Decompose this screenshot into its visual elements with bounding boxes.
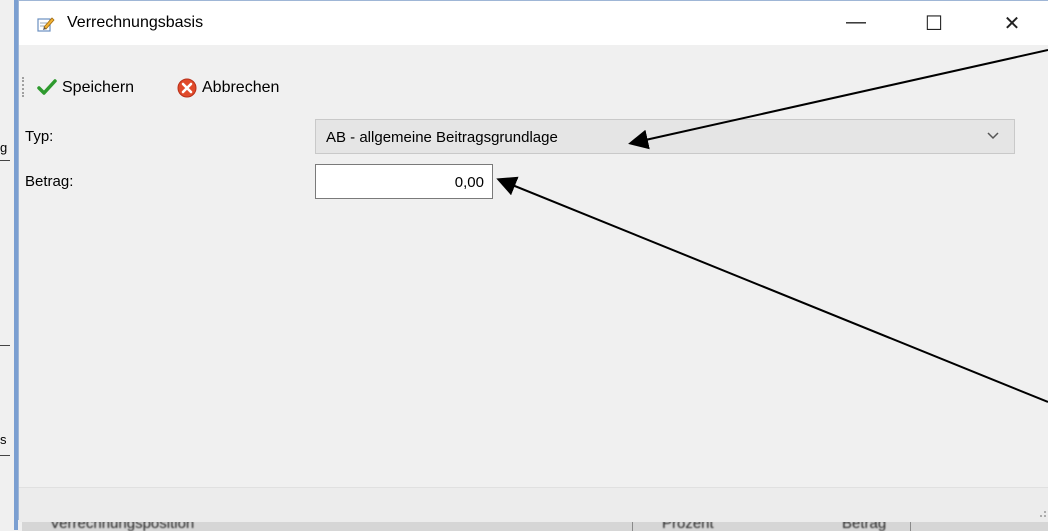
annotation-arrows	[496, 49, 1048, 403]
annotation-arrow-typ	[628, 49, 1048, 150]
annotation-arrow-betrag	[496, 176, 1048, 403]
